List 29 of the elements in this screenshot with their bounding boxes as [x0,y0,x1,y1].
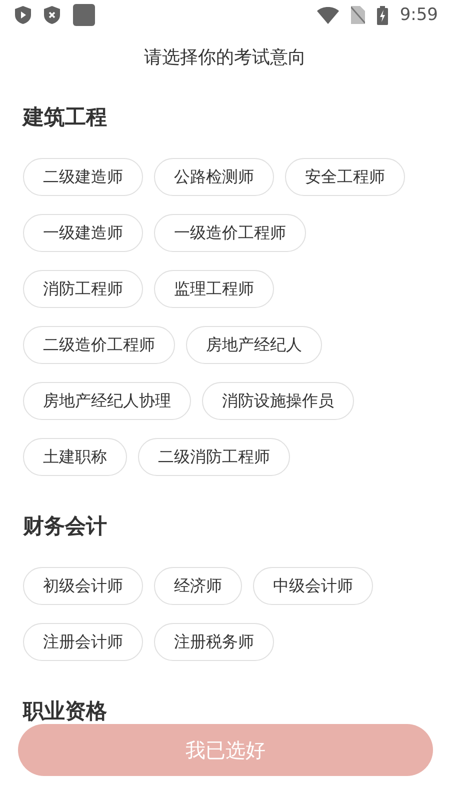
exam-option-chip[interactable]: 监理工程师 [154,270,274,308]
section-heading: 财务会计 [23,513,107,539]
exam-option-chip[interactable]: 房地产经纪人 [186,326,322,364]
exam-option-chip[interactable]: 二级建造师 [23,158,143,196]
exam-option-chip[interactable]: 一级建造师 [23,214,143,252]
status-time: 9:59 [400,5,438,25]
wifi-icon [316,6,339,24]
battery-charging-icon [376,6,388,24]
exam-option-chip[interactable]: 中级会计师 [253,567,373,605]
exam-option-chip[interactable]: 消防设施操作员 [202,382,354,420]
shield-close-icon [44,6,60,24]
exam-option-chip[interactable]: 安全工程师 [285,158,405,196]
section-heading: 职业资格 [23,698,107,724]
exam-option-chip[interactable]: 初级会计师 [23,567,143,605]
exam-option-chip[interactable]: 经济师 [154,567,242,605]
exam-option-chip[interactable]: 注册会计师 [23,623,143,661]
square-icon [73,4,95,26]
exam-option-chip[interactable]: 二级造价工程师 [23,326,175,364]
page-title: 请选择你的考试意向 [143,46,307,70]
shield-play-icon [15,6,31,24]
no-sim-icon [350,6,365,24]
exam-option-chip[interactable]: 注册税务师 [154,623,274,661]
exam-option-chip[interactable]: 房地产经纪人协理 [23,382,191,420]
section-heading: 建筑工程 [23,104,107,130]
exam-option-chip[interactable]: 公路检测师 [154,158,274,196]
exam-option-chip[interactable]: 二级消防工程师 [138,438,290,476]
exam-option-chip[interactable]: 一级造价工程师 [154,214,306,252]
exam-option-chip[interactable]: 土建职称 [23,438,127,476]
exam-option-chip[interactable]: 消防工程师 [23,270,143,308]
